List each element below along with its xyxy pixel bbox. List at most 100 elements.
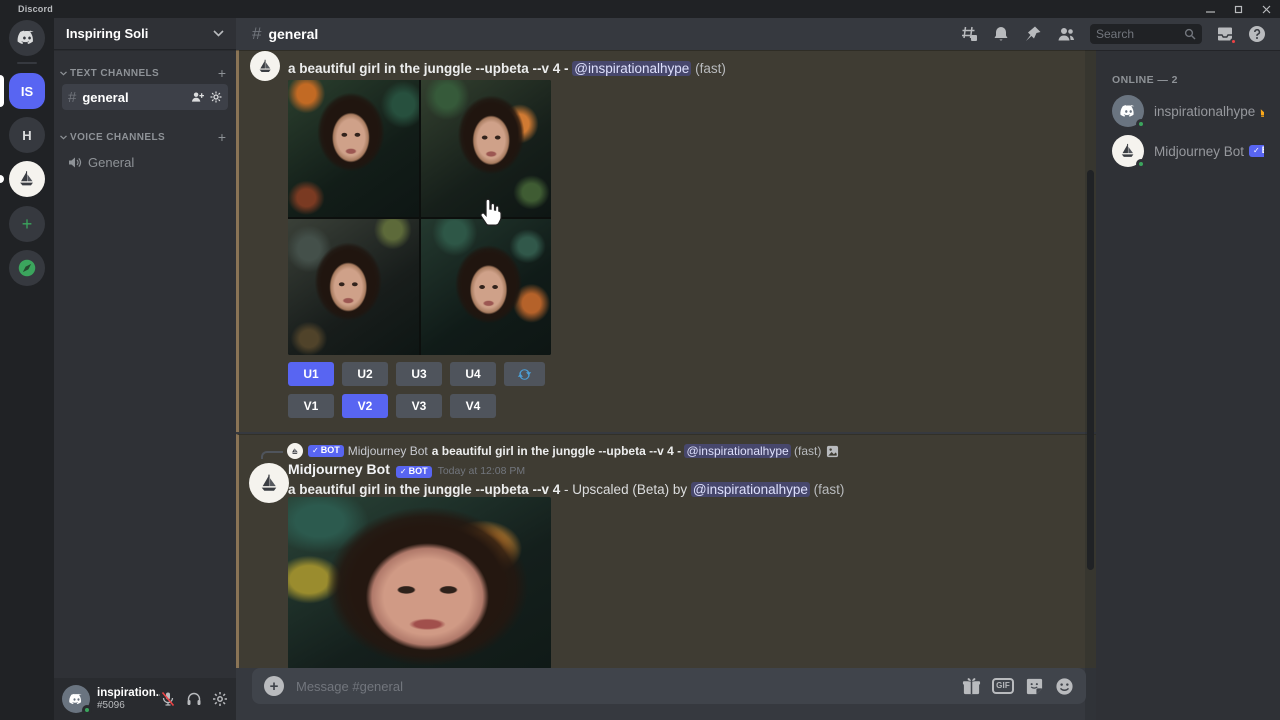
mention-pill[interactable]: @inspirationalhype [691,482,810,497]
message-timestamp: Today at 12:08 PM [438,465,526,477]
app-title: Discord [18,4,53,14]
member-list: ONLINE — 2 inspirationalhype [1096,50,1280,720]
microphone-muted-icon[interactable] [160,691,176,707]
home-button[interactable] [9,20,45,56]
sidebar-item-voice-general[interactable]: General [62,150,228,174]
emoji-picker-icon[interactable] [1055,677,1074,696]
member-list-icon[interactable] [1056,25,1076,43]
text-channels-section[interactable]: TEXT CHANNELS + [54,64,236,82]
reroll-button[interactable] [504,362,545,386]
message-input-bar[interactable]: + GIF [252,668,1086,704]
midjourney-bot-avatar[interactable] [249,463,289,503]
username: inspiration... [97,687,160,699]
online-status-dot [1136,119,1146,129]
member-row-midjourney-bot[interactable]: Midjourney Bot ✓BOT [1104,132,1272,170]
settings-gear-icon[interactable] [212,691,228,707]
pinned-messages-icon[interactable] [1024,25,1042,43]
voice-channels-section[interactable]: VOICE CHANNELS + [54,128,236,146]
message-area[interactable]: a beautiful girl in the junggle --upbeta… [236,50,1096,720]
chevron-down-icon [213,30,224,37]
reply-context[interactable]: ✓BOT Midjourney Bot a beautiful girl in … [239,443,839,459]
message-grid-result: a beautiful girl in the junggle --upbeta… [236,50,1096,432]
server-icon-midjourney[interactable] [9,161,45,197]
sidebar-item-general[interactable]: # general [62,84,228,110]
variation-button-v4[interactable]: V4 [450,394,496,418]
sailboat-icon [257,471,282,496]
variation-button-v1[interactable]: V1 [288,394,334,418]
message-input[interactable] [296,679,952,694]
bot-badge: ✓BOT [1249,145,1264,157]
speaker-icon [68,156,82,169]
grid-image-3[interactable] [288,219,419,356]
add-server-button[interactable]: + [9,206,45,242]
server-icon-h[interactable]: H [9,117,45,153]
message-upscaled-result: ✓BOT Midjourney Bot a beautiful girl in … [236,434,1096,668]
channel-settings-gear-icon[interactable] [210,91,222,103]
invite-people-icon[interactable] [191,91,204,103]
upscale-button-u1[interactable]: U1 [288,362,334,386]
chat-scrollbar-thumb[interactable] [1087,170,1094,570]
channel-title: general [268,26,318,42]
variation-button-v2[interactable]: V2 [342,394,388,418]
rail-divider [17,62,37,64]
selected-server-indicator [0,75,4,107]
midjourney-bot-avatar[interactable] [250,51,280,81]
message-author[interactable]: Midjourney Bot [288,461,390,477]
upscale-button-u2[interactable]: U2 [342,362,388,386]
inbox-icon[interactable] [1216,25,1234,43]
mention-pill[interactable]: @inspirationalhype [684,444,790,458]
upscale-button-u3[interactable]: U3 [396,362,442,386]
sailboat-icon [16,168,38,190]
compass-icon [16,257,38,279]
upscaled-image[interactable] [288,497,551,669]
sticker-icon[interactable] [1025,677,1044,696]
mention-pill[interactable]: @inspirationalhype [572,61,691,76]
sailboat-icon [1118,141,1138,161]
refresh-icon [517,367,532,382]
server-header[interactable]: Inspiring Soli [54,18,236,50]
message-content: a beautiful girl in the junggle --upbeta… [288,60,726,78]
online-status-dot [82,705,92,715]
sailboat-icon [290,446,300,456]
gift-icon[interactable] [962,677,981,696]
attach-plus-icon[interactable]: + [264,676,284,696]
member-avatar [1112,135,1144,167]
reply-avatar [287,443,303,459]
bot-badge: ✓BOT [308,445,344,457]
headphones-icon[interactable] [186,691,202,707]
server-name: Inspiring Soli [66,26,213,41]
generated-image-grid[interactable] [288,80,551,355]
channel-sidebar: Inspiring Soli TEXT CHANNELS + # general [54,18,236,720]
gif-picker-icon[interactable]: GIF [992,678,1014,694]
grid-image-1[interactable] [288,80,419,217]
search-input[interactable] [1096,27,1184,41]
maximize-button[interactable] [1224,0,1252,18]
online-section-header: ONLINE — 2 [1112,74,1280,86]
online-status-dot [1136,159,1146,169]
sailboat-icon [256,57,275,76]
server-icon-inspiring-soli[interactable]: IS [9,73,45,109]
grid-image-2[interactable] [421,80,552,217]
search-icon [1184,28,1196,40]
close-button[interactable] [1252,0,1280,18]
threads-icon[interactable] [960,25,978,43]
create-text-channel-button[interactable]: + [218,66,226,80]
search-box[interactable] [1090,24,1202,44]
section-collapse-icon [60,135,67,139]
create-voice-channel-button[interactable]: + [218,130,226,144]
variation-button-v3[interactable]: V3 [396,394,442,418]
minimize-button[interactable] [1196,0,1224,18]
user-avatar[interactable] [62,685,90,713]
notifications-bell-icon[interactable] [992,25,1010,43]
window-titlebar: Discord [0,0,1280,18]
server-unread-indicator [0,175,4,183]
inbox-unread-badge [1230,38,1237,45]
member-row-inspirationalhype[interactable]: inspirationalhype [1104,92,1272,130]
chat-scrollbar-track[interactable] [1085,50,1096,720]
explore-servers-button[interactable] [9,250,45,286]
hash-icon: # [68,89,76,106]
upscale-button-u4[interactable]: U4 [450,362,496,386]
help-icon[interactable] [1248,25,1266,43]
grid-image-4[interactable] [421,219,552,356]
user-discriminator: #5096 [97,700,160,711]
